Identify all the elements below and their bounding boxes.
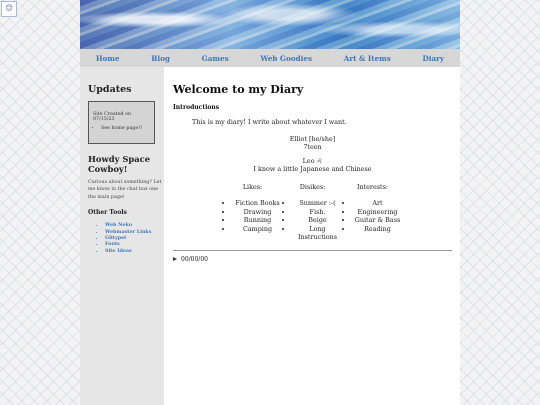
zodiac-line: Leo ♌︎ (302, 157, 323, 165)
nav-games[interactable]: Games (202, 54, 229, 63)
dislikes-title: Disikes: (299, 183, 326, 191)
tools-title: Other Tools (88, 209, 127, 217)
howdy-title: Howdy Space Cowboy! (88, 154, 151, 174)
list-item: Fish. (293, 208, 343, 217)
list-item: Summer :-( (293, 199, 343, 208)
list-item: Fiction Books (233, 199, 283, 208)
list-item: Reading (353, 225, 403, 234)
nav-web-goodies[interactable]: Web Goodies (260, 54, 312, 63)
header-banner (80, 0, 460, 49)
interests-column: Interests: Art Engineering Guitar & Bass… (343, 183, 403, 242)
updates-title: Updates (88, 84, 132, 95)
audio-player: 00/00/00 (173, 256, 452, 263)
play-icon[interactable] (173, 257, 177, 262)
divider (173, 249, 452, 251)
updates-box: Site Created on 07/15/23 See home page!! (88, 101, 155, 144)
dislikes-column: Disikes: Summer :-( Fish. Beige Long Ins… (283, 183, 343, 242)
update-item: See home page!! (101, 126, 151, 131)
age-line: 7teen (303, 143, 322, 151)
name-line: Elliot [he/she] (289, 135, 336, 143)
tool-link-site-ideas[interactable]: Site Ideas (105, 248, 164, 254)
main-content: Welcome to my Diary Introductions This i… (164, 67, 460, 405)
list-item: Art (353, 199, 403, 208)
list-item: Camping (233, 225, 283, 234)
likes-column: Likes: Fiction Books Drawing Running Cam… (223, 183, 283, 242)
nav-art-items[interactable]: Art & Items (344, 54, 391, 63)
site-created-text: Site Created on 07/15/23 (93, 112, 132, 122)
list-item: Engineering (353, 208, 403, 217)
list-item: Guitar & Bass (353, 216, 403, 225)
list-item: Long Instructions (293, 225, 343, 242)
language-line: I know a little Japanese and Chinese (253, 165, 372, 173)
sidebar: Updates Site Created on 07/15/23 See hom… (80, 67, 164, 405)
tools-list: Web Neko Webmaster Links Glitypet Fonts … (88, 222, 164, 254)
list-item: Beige (293, 216, 343, 225)
howdy-text: Curious about something? Let me know in … (88, 180, 162, 200)
intro-heading: Introductions (173, 104, 220, 111)
intro-text: This is my diary! I write about whatever… (192, 118, 347, 126)
interests-title: Interests: (356, 183, 389, 191)
about-lists: Likes: Fiction Books Drawing Running Cam… (173, 183, 452, 242)
likes-title: Likes: (242, 183, 263, 191)
player-time: 00/00/00 (181, 255, 208, 263)
list-item: Drawing (233, 208, 283, 217)
nav-diary[interactable]: Diary (423, 54, 445, 63)
page-title: Welcome to my Diary (173, 83, 304, 96)
site-logo-icon[interactable]: ☺ (1, 1, 17, 17)
nav-blog[interactable]: Blog (151, 54, 170, 63)
nav-bar: Home Blog Games Web Goodies Art & Items … (80, 49, 460, 67)
list-item: Running (233, 216, 283, 225)
site-container: Home Blog Games Web Goodies Art & Items … (80, 0, 460, 405)
nav-home[interactable]: Home (96, 54, 120, 63)
